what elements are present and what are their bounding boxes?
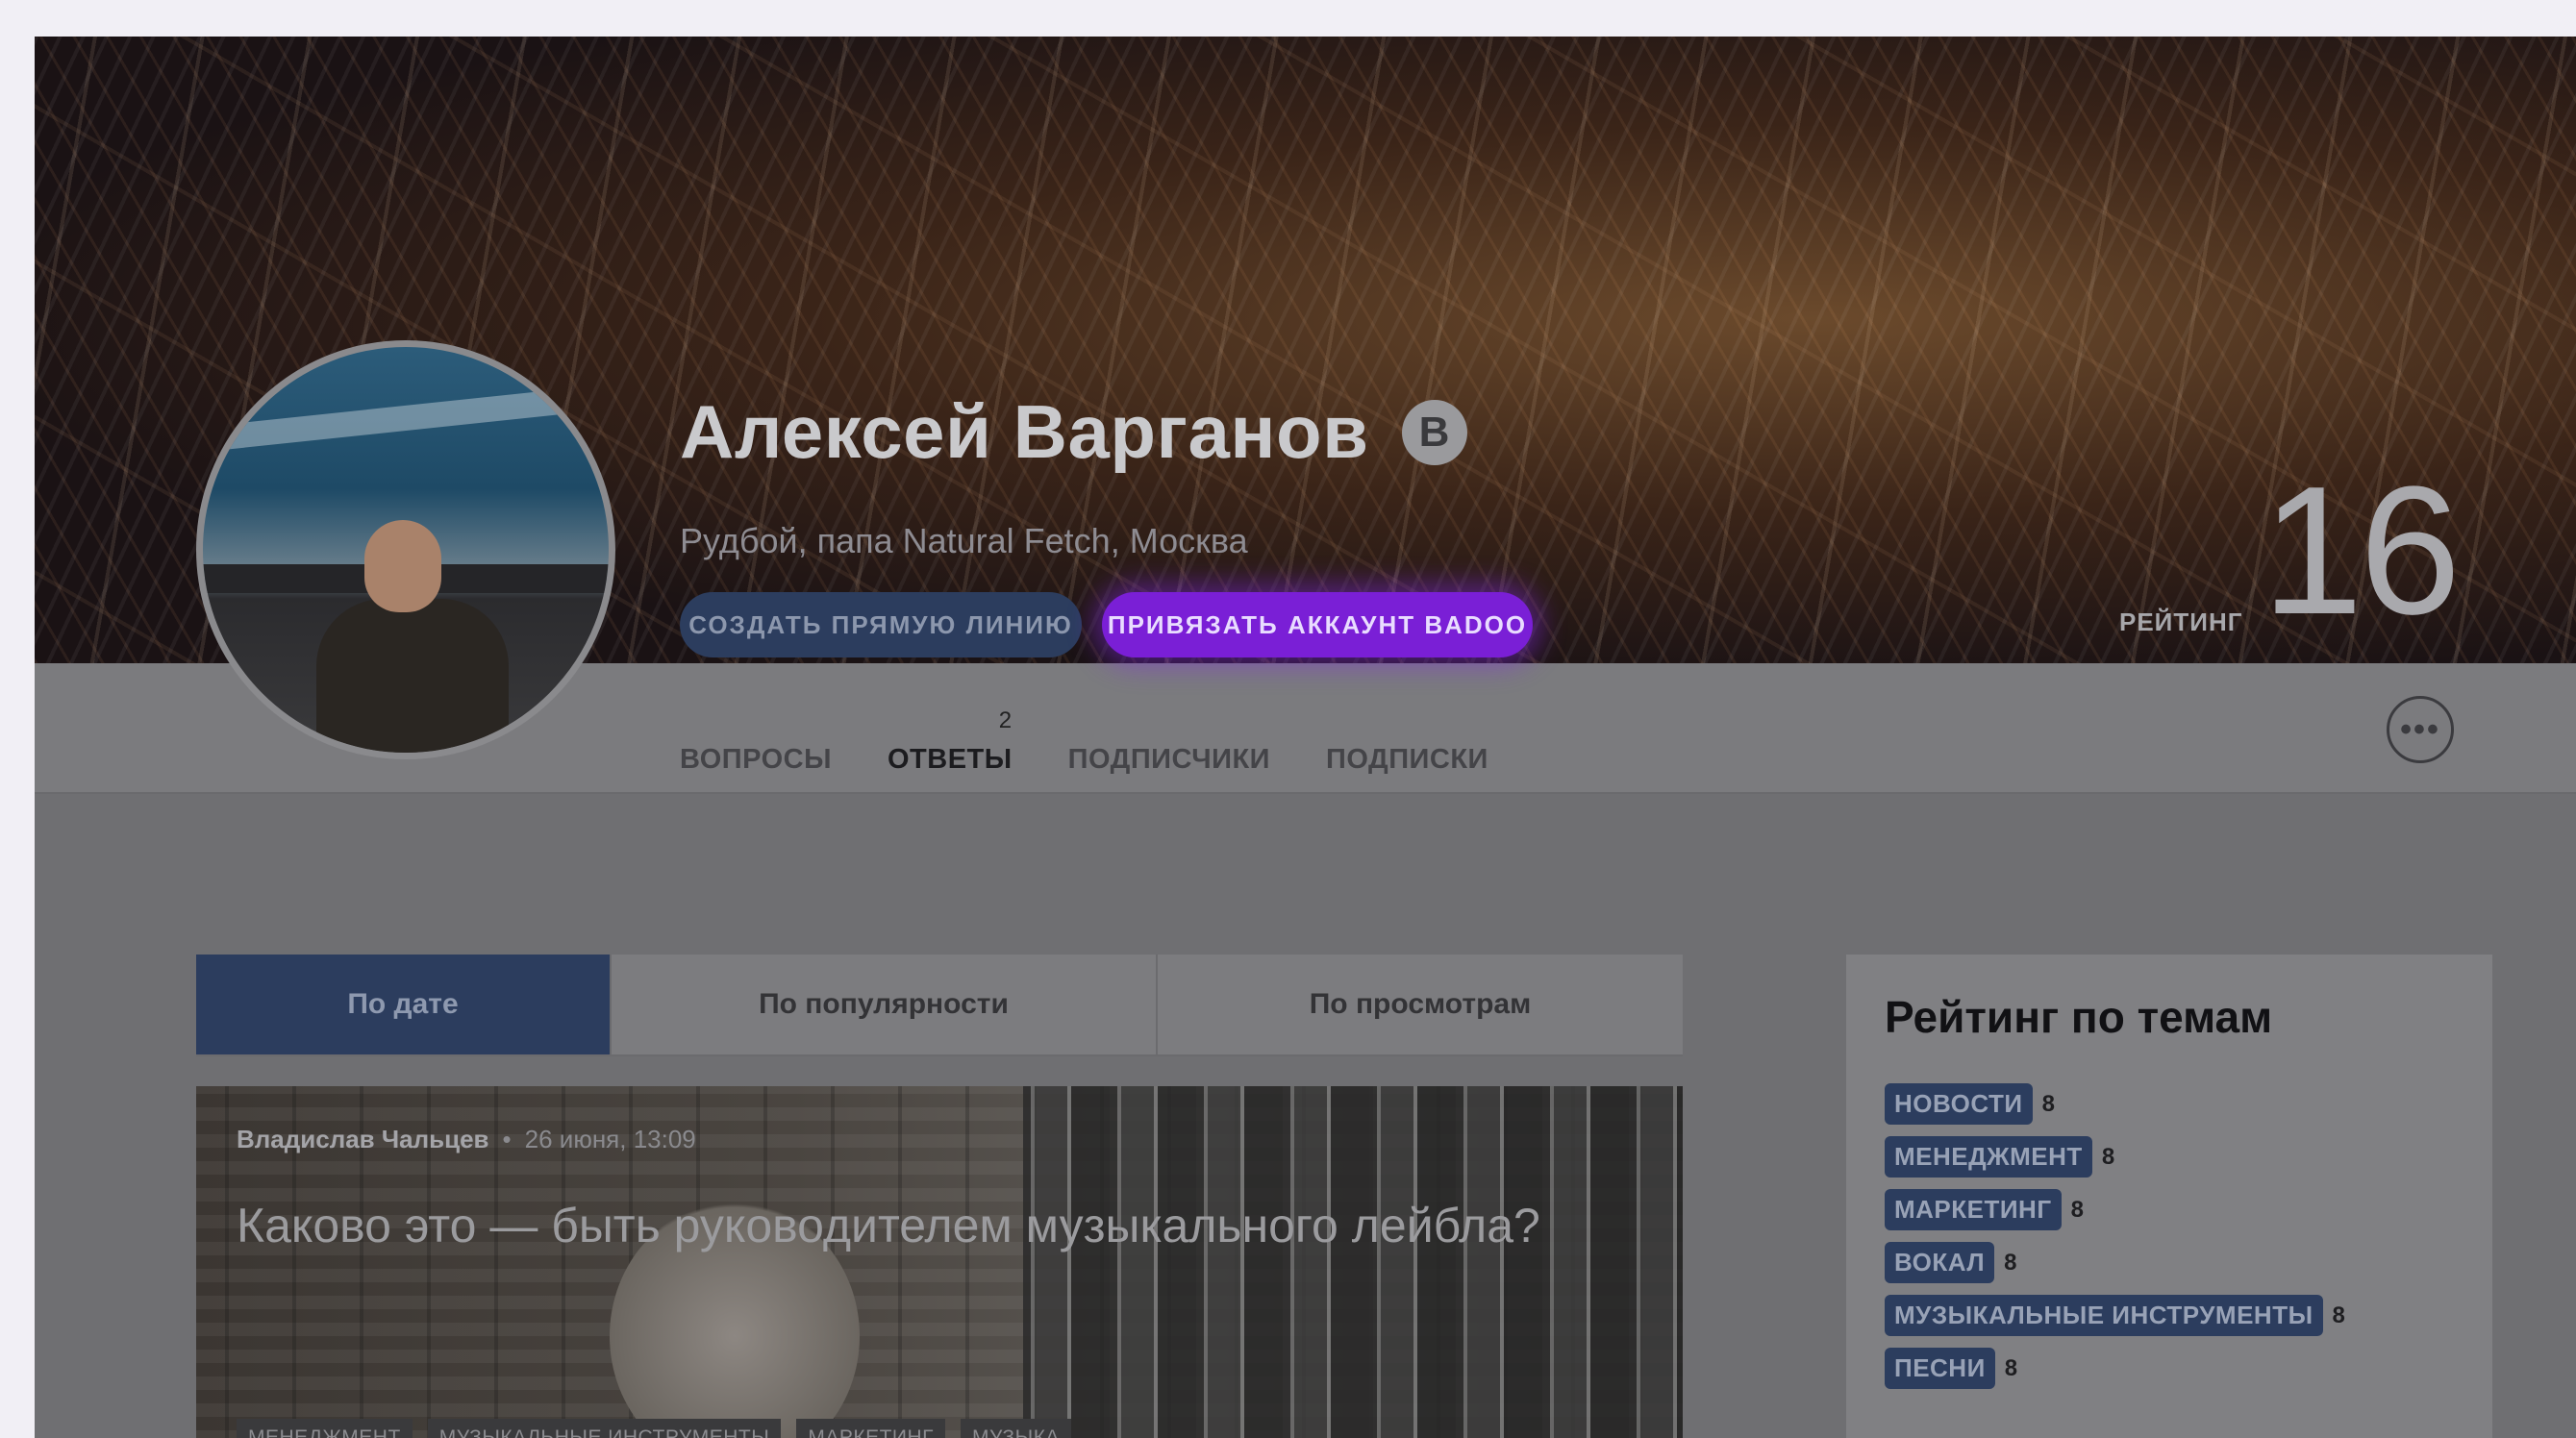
tab-answers[interactable]: 2 ОТВЕТЫ: [887, 707, 1013, 776]
article-card[interactable]: Владислав Чальцев • 26 июня, 13:09 Каково …: [196, 1086, 1683, 1438]
article-meta: Владислав Чальцев • 26 июня, 13:09: [237, 1125, 696, 1154]
topic-item: НОВОСТИ 8: [1885, 1083, 2345, 1125]
tab-following[interactable]: ПОДПИСКИ: [1326, 744, 1488, 776]
topic-value: 8: [2332, 1302, 2345, 1328]
profile-tabs: ВОПРОСЫ 2 ОТВЕТЫ ПОДПИСЧИКИ ПОДПИСКИ: [680, 707, 1488, 776]
rating-value: 16: [2262, 449, 2461, 653]
profile-name: Алексей Варганов: [680, 389, 1369, 474]
article-author[interactable]: Владислав Чальцев: [237, 1125, 489, 1153]
sort-by-views[interactable]: По просмотрам: [1158, 955, 1683, 1054]
sort-by-date[interactable]: По дате: [196, 955, 612, 1054]
topic-item: ВОКАЛ 8: [1885, 1242, 2345, 1283]
tab-label: ВОПРОСЫ: [680, 744, 832, 775]
profile-subtitle: Рудбой, папа Natural Fetch, Москва: [680, 521, 1248, 560]
topic-label[interactable]: ВОКАЛ: [1885, 1242, 1995, 1283]
topic-label[interactable]: МАРКЕТИНГ: [1885, 1189, 2062, 1230]
more-options-icon[interactable]: •••: [2387, 696, 2454, 763]
tab-label: ПОДПИСКИ: [1326, 744, 1488, 775]
topic-item: ПЕСНИ 8: [1885, 1348, 2345, 1389]
profile-name-row: Алексей Варганов B: [680, 388, 1467, 476]
topic-label[interactable]: ПЕСНИ: [1885, 1348, 1995, 1389]
topic-value: 8: [2004, 1354, 2018, 1381]
article-title[interactable]: Каково это — быть руководителем музыкаль…: [237, 1192, 1602, 1259]
meta-separator: •: [502, 1125, 512, 1153]
rating-label: РЕЙТИНГ: [2119, 607, 2243, 636]
topic-value: 8: [2101, 1143, 2115, 1170]
topic-rating-title: Рейтинг по темам: [1885, 992, 2273, 1042]
article-tag[interactable]: МАРКЕТИНГ: [796, 1419, 946, 1438]
topic-label[interactable]: МУЗЫКАЛЬНЫЕ ИНСТРУМЕНТЫ: [1885, 1295, 2323, 1336]
topic-label[interactable]: НОВОСТИ: [1885, 1083, 2033, 1125]
verified-b-icon[interactable]: B: [1401, 399, 1467, 465]
avatar-person-body: [316, 599, 509, 753]
article-tag[interactable]: МЕНЕДЖМЕНТ: [237, 1419, 413, 1438]
avatar-person-head: [364, 520, 441, 612]
tab-questions[interactable]: ВОПРОСЫ: [680, 744, 832, 776]
article-date: 26 июня, 13:09: [524, 1125, 696, 1153]
topic-item: МЕНЕДЖМЕНТ 8: [1885, 1136, 2345, 1178]
topic-label[interactable]: МЕНЕДЖМЕНТ: [1885, 1136, 2092, 1178]
tab-count: 2: [998, 707, 1013, 733]
sort-by-popularity[interactable]: По популярности: [612, 955, 1158, 1054]
create-direct-line-button[interactable]: СОЗДАТЬ ПРЯМУЮ ЛИНИЮ: [680, 592, 1082, 657]
link-badoo-button[interactable]: ПРИВЯЗАТЬ АККАУНТ BADOO: [1102, 592, 1533, 657]
avatar[interactable]: [196, 340, 615, 759]
tab-label: ПОДПИСЧИКИ: [1067, 744, 1271, 775]
article-cover-wall: [1023, 1086, 1683, 1438]
tab-followers[interactable]: ПОДПИСЧИКИ: [1068, 744, 1270, 776]
tab-label: ОТВЕТЫ: [887, 744, 1013, 775]
topic-value: 8: [2041, 1090, 2055, 1117]
article-tags: МЕНЕДЖМЕНТ МУЗЫКАЛЬНЫЕ ИНСТРУМЕНТЫ МАРКЕ…: [237, 1419, 1071, 1438]
article-tag[interactable]: МУЗЫКА: [961, 1419, 1071, 1438]
topic-item: МУЗЫКАЛЬНЫЕ ИНСТРУМЕНТЫ 8: [1885, 1295, 2345, 1336]
topic-rating-panel: Рейтинг по темам НОВОСТИ 8 МЕНЕДЖМЕНТ 8 …: [1846, 955, 2492, 1438]
topic-value: 8: [2004, 1249, 2017, 1276]
profile-page: Алексей Варганов B Рудбой, папа Natural …: [35, 37, 2576, 1438]
article-tag[interactable]: МУЗЫКАЛЬНЫЕ ИНСТРУМЕНТЫ: [427, 1419, 782, 1438]
topic-value: 8: [2070, 1196, 2084, 1223]
topic-item: МАРКЕТИНГ 8: [1885, 1189, 2345, 1230]
topic-list: НОВОСТИ 8 МЕНЕДЖМЕНТ 8 МАРКЕТИНГ 8 ВОКАЛ…: [1885, 1083, 2345, 1389]
sort-tabs: По дате По популярности По просмотрам: [196, 955, 1683, 1056]
